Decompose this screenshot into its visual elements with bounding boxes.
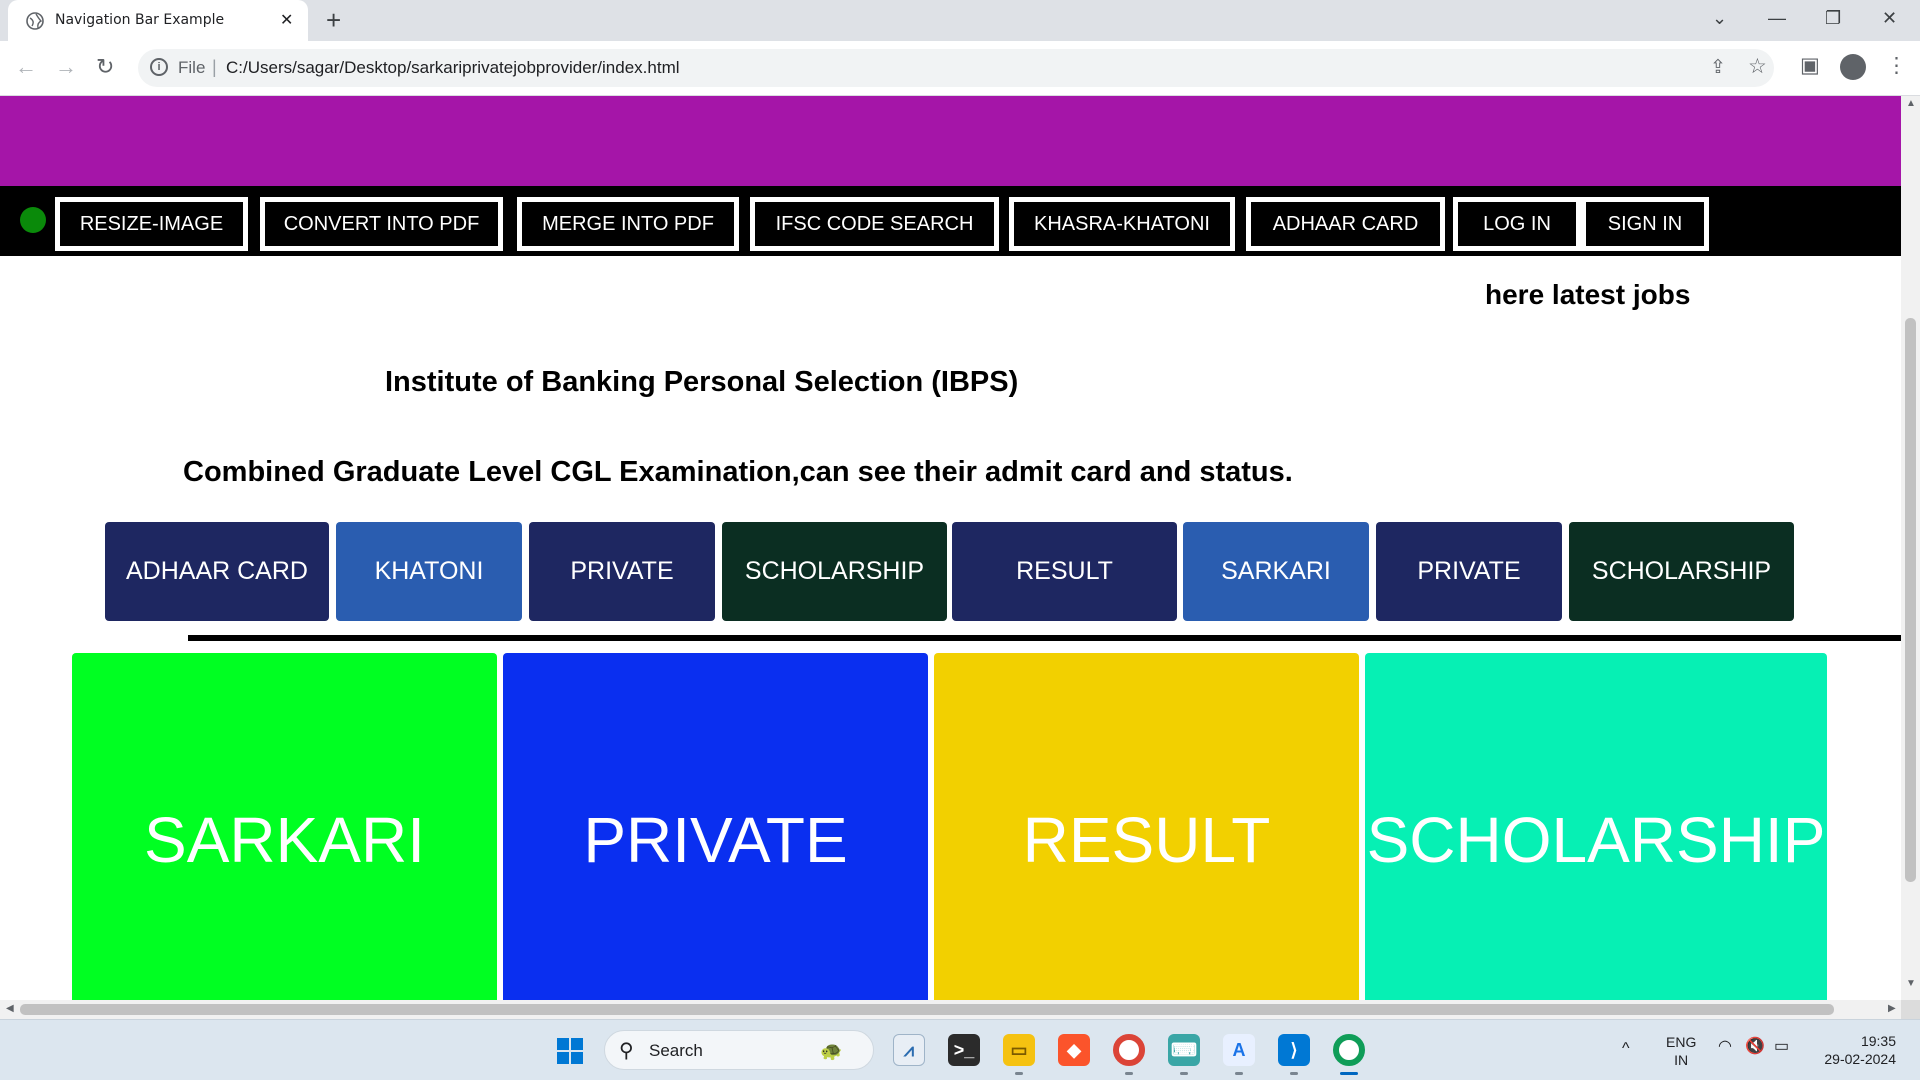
job-card-result[interactable]: RESULT <box>934 653 1359 1000</box>
window-close-icon[interactable]: ✕ <box>1882 8 1897 29</box>
reload-icon[interactable]: ↻ <box>96 54 114 80</box>
nav-button-ifsc-code-search[interactable]: IFSC CODE SEARCH <box>750 197 999 251</box>
clock-date: 29-02-2024 <box>1824 1051 1896 1067</box>
battery-icon[interactable]: ▭ <box>1774 1038 1789 1056</box>
status-dot-icon <box>20 207 46 233</box>
chrome-active-indicator <box>1340 1072 1358 1075</box>
taskbar: ⚲ Search 🐢 ⩘ >_ ▭ ◆ ⌨ A ⟩ ^ ENG IN ◠ 🔇 ▭… <box>0 1019 1920 1080</box>
side-panel-icon[interactable]: ▣ <box>1800 53 1820 78</box>
menu-kebab-icon[interactable]: ⋮ <box>1886 53 1907 78</box>
volume-muted-icon[interactable]: 🔇 <box>1745 1038 1765 1056</box>
translate-app-indicator <box>1235 1072 1243 1075</box>
file-explorer-indicator <box>1015 1072 1023 1075</box>
translate-app-icon[interactable]: A <box>1223 1034 1255 1066</box>
tab-search-chevron-icon[interactable]: ⌄ <box>1712 8 1727 29</box>
share-icon[interactable]: ⇪ <box>1710 56 1726 79</box>
page-viewport: RESIZE-IMAGE CONVERT INTO PDF MERGE INTO P… <box>0 96 1901 1000</box>
vscode-indicator <box>1290 1072 1298 1075</box>
chrome-indicator <box>1125 1072 1133 1075</box>
job-card-sarkari[interactable]: SARKARI <box>72 653 497 1000</box>
search-icon: ⚲ <box>619 1040 634 1062</box>
nav-button-resize-image[interactable]: RESIZE-IMAGE <box>55 197 248 251</box>
chrome-icon[interactable] <box>1113 1034 1145 1066</box>
scroll-right-icon[interactable]: ▶ <box>1888 1003 1896 1014</box>
ibps-heading: Institute of Banking Personal Selection … <box>385 366 1019 398</box>
forward-icon[interactable]: → <box>55 54 77 80</box>
category-button-private[interactable]: PRIVATE <box>529 522 715 621</box>
scroll-down-icon[interactable]: ▼ <box>1906 978 1916 989</box>
search-highlight-icon: 🐢 <box>820 1041 843 1061</box>
category-button-private[interactable]: PRIVATE <box>1376 522 1562 621</box>
scrollbar-corner <box>1901 1000 1920 1019</box>
chrome-active-icon[interactable] <box>1333 1034 1365 1066</box>
browser-toolbar: ← → ↻ i File | C:/Users/sagar/Desktop/sa… <box>0 41 1920 96</box>
url-scheme: File <box>178 58 206 77</box>
nav-button-merge-into-pdf[interactable]: MERGE INTO PDF <box>517 197 739 251</box>
address-bar[interactable]: i File | C:/Users/sagar/Desktop/sarkarip… <box>138 49 1774 87</box>
nav-button-convert-into-pdf[interactable]: CONVERT INTO PDF <box>260 197 503 251</box>
clock-time: 19:35 <box>1860 1033 1896 1049</box>
url-separator: | <box>212 57 217 77</box>
keyboard-app-icon[interactable]: ⌨ <box>1168 1034 1200 1066</box>
windows-start-icon[interactable] <box>557 1038 583 1064</box>
taskbar-search[interactable]: ⚲ Search 🐢 <box>604 1030 874 1070</box>
category-button-sarkari[interactable]: SARKARI <box>1183 522 1369 621</box>
globe-icon <box>26 12 44 30</box>
file-explorer-icon[interactable]: ▭ <box>1003 1034 1035 1066</box>
job-card-private[interactable]: PRIVATE <box>503 653 928 1000</box>
scroll-up-icon[interactable]: ▲ <box>1906 98 1916 109</box>
profile-avatar-icon[interactable] <box>1840 54 1866 80</box>
horizontal-scrollbar[interactable]: ◀ ▶ <box>0 1000 1901 1019</box>
show-hidden-icons-chevron-icon[interactable]: ^ <box>1622 1040 1630 1058</box>
wifi-icon[interactable]: ◠ <box>1718 1038 1732 1056</box>
vscode-icon[interactable]: ⟩ <box>1278 1034 1310 1066</box>
horizontal-scroll-thumb[interactable] <box>20 1004 1834 1015</box>
bookmark-star-icon[interactable]: ☆ <box>1748 54 1767 79</box>
scroll-left-icon[interactable]: ◀ <box>6 1003 14 1014</box>
category-button-scholarship[interactable]: SCHOLARSHIP <box>1569 522 1794 621</box>
job-card-scholarship[interactable]: SCHOLARSHIP <box>1365 653 1827 1000</box>
lang-bottom: IN <box>1674 1052 1689 1068</box>
clock[interactable]: 19:35 29-02-2024 <box>1816 1032 1896 1068</box>
language-indicator[interactable]: ENG IN <box>1666 1033 1696 1069</box>
tab-title: Navigation Bar Example <box>55 12 225 28</box>
nav-button-sign-in[interactable]: SIGN IN <box>1581 197 1709 251</box>
nav-button-adhaar-card[interactable]: ADHAAR CARD <box>1246 197 1445 251</box>
latest-jobs-heading: here latest jobs <box>1485 279 1691 310</box>
nav-button-log-in[interactable]: LOG IN <box>1453 197 1581 251</box>
new-tab-button[interactable]: + <box>326 6 341 34</box>
site-info-icon[interactable]: i <box>150 58 168 76</box>
browser-tab[interactable]: Navigation Bar Example ✕ <box>8 0 308 41</box>
keyboard-app-indicator <box>1180 1072 1188 1075</box>
vertical-scrollbar[interactable]: ▲ ▼ <box>1901 96 1920 1000</box>
url-text[interactable]: C:/Users/sagar/Desktop/sarkariprivatejob… <box>226 58 680 78</box>
restore-icon[interactable]: ❐ <box>1825 8 1841 29</box>
nav-button-khasra-khatoni[interactable]: KHASRA-KHATONI <box>1009 197 1235 251</box>
browser-tabstrip: Navigation Bar Example ✕ + ⌄ — ❐ ✕ <box>0 0 1920 41</box>
cgl-heading: Combined Graduate Level CGL Examination,… <box>183 456 1293 488</box>
back-icon[interactable]: ← <box>15 54 37 80</box>
vertical-scroll-thumb[interactable] <box>1905 318 1916 882</box>
site-navbar: RESIZE-IMAGE CONVERT INTO PDF MERGE INTO P… <box>0 186 1901 256</box>
category-button-result[interactable]: RESULT <box>952 522 1177 621</box>
header-banner <box>0 96 1901 186</box>
divider-line <box>188 635 1901 641</box>
minimize-icon[interactable]: — <box>1768 8 1786 29</box>
terminal-icon[interactable]: >_ <box>948 1034 980 1066</box>
task-manager-icon[interactable]: ⩘ <box>893 1034 925 1066</box>
brave-browser-icon[interactable]: ◆ <box>1058 1034 1090 1066</box>
category-button-scholarship[interactable]: SCHOLARSHIP <box>722 522 947 621</box>
category-button-khatoni[interactable]: KHATONI <box>336 522 522 621</box>
tab-close-icon[interactable]: ✕ <box>280 10 293 30</box>
lang-top: ENG <box>1666 1034 1697 1050</box>
category-button-adhaar-card[interactable]: ADHAAR CARD <box>105 522 329 621</box>
taskbar-search-label: Search <box>649 1041 703 1060</box>
